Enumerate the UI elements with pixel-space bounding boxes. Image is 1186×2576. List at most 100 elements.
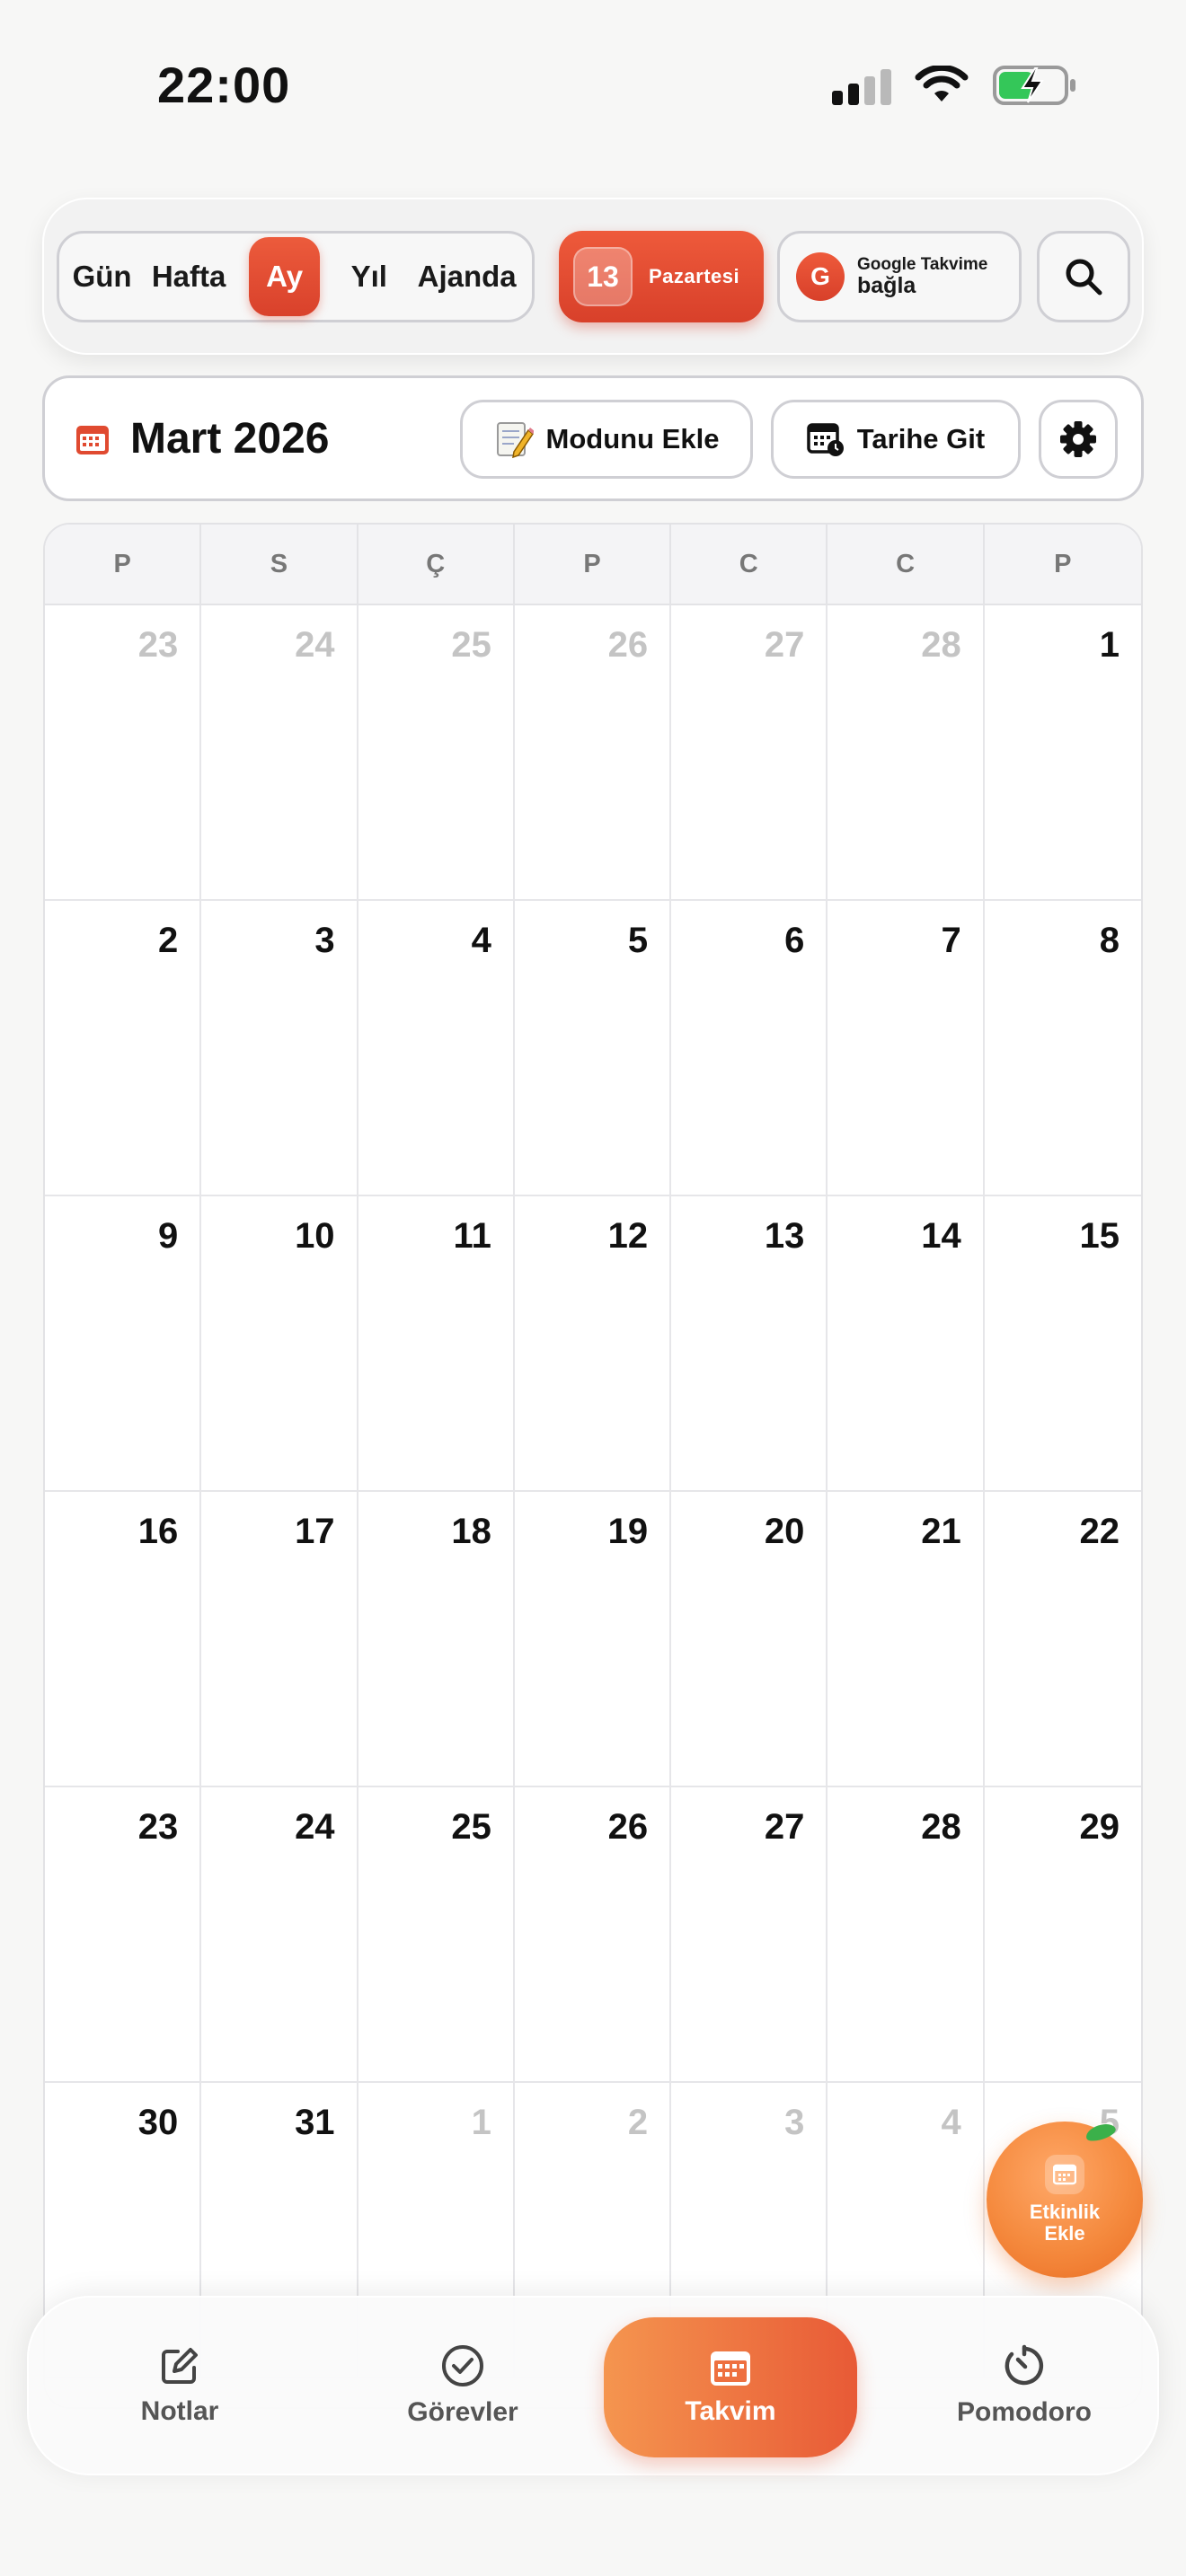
day-cell[interactable]: 22	[984, 1492, 1141, 1787]
day-cell[interactable]: 13	[671, 1196, 828, 1492]
day-cell[interactable]: 20	[671, 1492, 828, 1787]
nav-notes[interactable]: Notlar	[81, 2296, 279, 2475]
google-icon: G	[796, 252, 845, 301]
day-cell[interactable]: 14	[828, 1196, 985, 1492]
day-number: 25	[451, 1807, 491, 1847]
day-number: 24	[295, 625, 335, 665]
search-icon	[1066, 259, 1102, 296]
day-cell[interactable]: 28	[828, 605, 985, 901]
day-cell[interactable]: 3	[201, 901, 358, 1196]
day-cell[interactable]: 4	[358, 901, 515, 1196]
cellular-signal-icon	[832, 66, 891, 105]
day-cell[interactable]: 23	[45, 605, 202, 901]
day-number: 14	[921, 1216, 961, 1256]
add-mood-label: Modunu Ekle	[545, 423, 720, 454]
day-number: 6	[784, 921, 805, 960]
go-to-date-button[interactable]: Tarihe Git	[771, 400, 1021, 479]
day-cell[interactable]: 24	[201, 1787, 358, 2083]
day-number: 27	[764, 625, 805, 665]
calendar-icon	[76, 426, 109, 454]
day-number: 23	[137, 1807, 179, 1847]
check-circle-icon	[442, 2345, 483, 2386]
day-cell[interactable]: 6	[671, 901, 828, 1196]
today-button[interactable]: 13 Pazartesi	[559, 231, 764, 322]
add-event-button[interactable]: Etkinlik Ekle	[987, 2121, 1143, 2278]
day-cell[interactable]: 27	[671, 605, 828, 901]
day-cell[interactable]: 8	[984, 901, 1141, 1196]
day-cell[interactable]: 7	[828, 901, 985, 1196]
day-cell[interactable]: 19	[514, 1492, 672, 1787]
day-cell[interactable]: 9	[45, 1196, 202, 1492]
day-number: 21	[921, 1512, 961, 1551]
day-cell[interactable]: 10	[201, 1196, 358, 1492]
day-number: 23	[137, 625, 179, 665]
search-button[interactable]	[1037, 231, 1130, 322]
settings-button[interactable]	[1039, 400, 1118, 479]
day-number: 1	[471, 2103, 491, 2142]
weekday-label: P	[45, 525, 202, 604]
day-number: 2	[627, 2103, 649, 2142]
view-switcher: Gün Hafta Ay Yıl Ajanda	[57, 231, 535, 322]
calendar-icon	[711, 2351, 750, 2386]
day-number: 31	[295, 2103, 335, 2142]
day-cell[interactable]: 29	[984, 1787, 1141, 2083]
day-number: 4	[471, 921, 491, 960]
calendar-clock-icon	[807, 423, 844, 456]
timer-icon	[1005, 2344, 1044, 2386]
day-number: 4	[941, 2103, 961, 2142]
calendar-add-icon	[1045, 2154, 1084, 2194]
day-cell[interactable]: 24	[201, 605, 358, 901]
day-number: 12	[607, 1216, 649, 1256]
view-agenda-tab[interactable]: Ajanda	[409, 237, 525, 316]
day-number: 19	[607, 1512, 649, 1551]
day-cell[interactable]: 12	[514, 1196, 672, 1492]
day-cell[interactable]: 1	[984, 605, 1141, 901]
nav-notes-label: Notlar	[140, 2396, 219, 2426]
view-month-tab[interactable]: Ay	[249, 237, 321, 316]
view-day-tab[interactable]: Gün	[66, 237, 137, 316]
nav-pomodoro[interactable]: Pomodoro	[916, 2296, 1132, 2475]
nav-pomodoro-label: Pomodoro	[957, 2397, 1092, 2427]
day-number: 3	[784, 2103, 805, 2142]
day-cell[interactable]: 25	[358, 605, 515, 901]
nav-calendar-label: Takvim	[685, 2396, 776, 2426]
day-number: 15	[1079, 1216, 1120, 1256]
day-number: 24	[295, 1807, 335, 1847]
day-cell[interactable]: 21	[828, 1492, 985, 1787]
day-cell[interactable]: 2	[45, 901, 202, 1196]
add-event-label: Etkinlik Ekle	[1029, 2200, 1101, 2245]
day-cell[interactable]: 23	[45, 1787, 202, 2083]
day-cell[interactable]: 17	[201, 1492, 358, 1787]
add-mood-button[interactable]: Modunu Ekle	[460, 400, 753, 479]
day-number: 7	[941, 921, 961, 960]
google-calendar-label-line1: Google Takvime	[857, 254, 988, 274]
day-cell[interactable]: 26	[514, 605, 672, 901]
view-year-tab[interactable]: Yıl	[329, 237, 409, 316]
weekday-label: C	[671, 525, 828, 604]
gear-icon	[1060, 421, 1096, 457]
day-cell[interactable]: 28	[828, 1787, 985, 2083]
day-cell[interactable]: 26	[514, 1787, 672, 2083]
day-cell[interactable]: 15	[984, 1196, 1141, 1492]
today-day-name: Pazartesi	[649, 265, 740, 287]
nav-tasks[interactable]: Görevler	[359, 2296, 566, 2475]
day-number: 13	[764, 1216, 805, 1256]
day-cell[interactable]: 5	[514, 901, 672, 1196]
day-number: 10	[295, 1216, 335, 1256]
weekday-label: P	[1054, 549, 1072, 578]
day-cell[interactable]: 16	[45, 1492, 202, 1787]
day-number: 16	[137, 1512, 179, 1551]
day-number: 26	[607, 1807, 649, 1847]
wifi-icon	[915, 66, 969, 101]
edit-icon	[162, 2348, 198, 2384]
nav-calendar[interactable]: Takvim	[604, 2317, 857, 2457]
day-cell[interactable]: 27	[671, 1787, 828, 2083]
google-calendar-connect-button[interactable]: G Google Takvime bağla	[777, 231, 1022, 322]
weekday-label: S	[201, 525, 358, 604]
day-cell[interactable]: 18	[358, 1492, 515, 1787]
battery-charging-icon	[993, 66, 1075, 105]
day-grid: 23 24 25 26 27 28 1 2 3 4 5 6 7 8 9 10 11 12 13 14 15 16 17 18 1…	[45, 605, 1141, 2378]
day-cell[interactable]: 25	[358, 1787, 515, 2083]
view-week-tab[interactable]: Hafta	[137, 237, 240, 316]
day-cell[interactable]: 11	[358, 1196, 515, 1492]
